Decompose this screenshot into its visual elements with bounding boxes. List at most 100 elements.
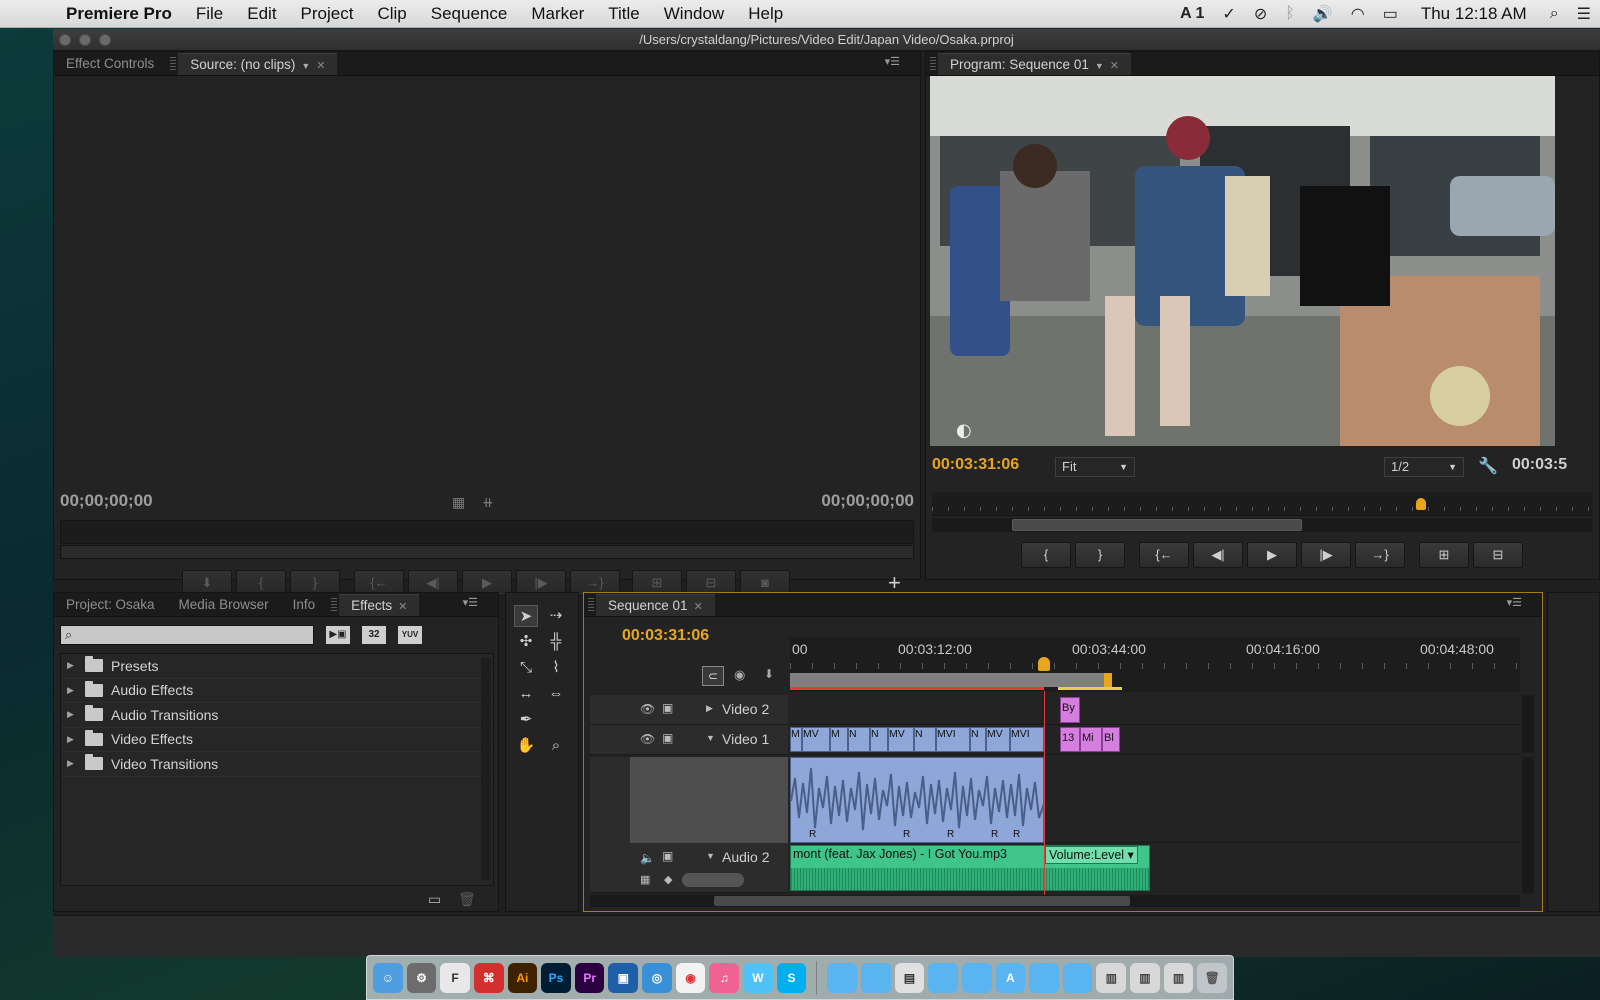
timeline-clip[interactable]: M [830, 727, 848, 752]
tab-program[interactable]: Program: Sequence 01 ▼ ✕ [938, 53, 1131, 75]
track-select-tool-icon[interactable]: ⇢ [544, 605, 568, 627]
menu-app-name[interactable]: Premiere Pro [56, 4, 184, 24]
menu-file[interactable]: File [184, 4, 235, 24]
menu-help[interactable]: Help [736, 4, 795, 24]
tab-info[interactable]: Info [281, 594, 328, 616]
panel-menu-icon[interactable]: ▾☰ [1507, 596, 1522, 609]
timeline-ruler[interactable]: 00 00:03:12:00 00:03:44:00 00:04:16:00 0… [790, 637, 1520, 692]
tab-media-browser[interactable]: Media Browser [167, 594, 281, 616]
safari-icon[interactable]: ◎ [642, 962, 672, 993]
show-keyframes-icon[interactable]: ▦ [640, 873, 650, 886]
program-video-frame[interactable]: ◐ [930, 76, 1555, 446]
menubar-clock[interactable]: Thu 12:18 AM [1407, 4, 1541, 24]
slip-tool-icon[interactable]: ↔ [514, 683, 538, 705]
close-window-button[interactable] [59, 34, 71, 46]
lane-video-1[interactable]: M MV M N N MV N MVI N MV MVI 13 Mi Bl [790, 725, 1520, 755]
checkmark-circle-icon[interactable]: ✓ [1213, 4, 1244, 24]
volume-level-dropdown[interactable]: Volume:Level ▾ [1045, 846, 1138, 864]
timeline-clip[interactable]: 13 [1060, 727, 1080, 752]
playback-resolution-dropdown[interactable]: 1/2 ▼ [1384, 457, 1464, 477]
expand-triangle-icon[interactable]: ▶ [67, 709, 81, 720]
effects-tree-scrollbar[interactable] [481, 658, 491, 880]
premiere-icon[interactable]: Pr [574, 962, 605, 993]
linked-selection-icon[interactable]: ◉ [734, 667, 745, 683]
add-marker-icon[interactable]: ⬇ [764, 667, 774, 681]
effects-search-input[interactable]: ⌕ [60, 625, 314, 645]
ripple-edit-tool-icon[interactable]: ✣ [514, 631, 538, 653]
mark-out-button[interactable]: } [1075, 542, 1125, 568]
finder-icon[interactable]: ☺ [373, 962, 403, 993]
program-zoom-scrollbar[interactable] [932, 518, 1592, 532]
add-keyframe-icon[interactable]: ◆ [664, 873, 672, 886]
video-tracks-scrollbar[interactable] [1522, 695, 1534, 753]
folder-icon[interactable] [1062, 962, 1093, 993]
skype-icon[interactable]: S [776, 962, 807, 993]
screen-sharing-icon[interactable]: ▣ [608, 962, 639, 993]
zoom-tool-icon[interactable]: ⌕ [544, 735, 568, 757]
lane-audio-1[interactable]: R R R R R [790, 757, 1520, 843]
bluetooth-icon[interactable]: ᛒ [1276, 5, 1304, 23]
delete-trash-icon[interactable]: 🗑 [458, 891, 476, 908]
program-time-ruler[interactable] [932, 492, 1592, 516]
panel-grip-icon[interactable] [930, 57, 936, 71]
scrollbar-thumb[interactable] [714, 896, 1130, 906]
yuv-effects-filter-button[interactable]: YUV [398, 626, 422, 644]
close-icon[interactable]: ✕ [316, 60, 325, 72]
zoom-window-button[interactable] [99, 34, 111, 46]
extract-button[interactable]: ⊟ [1473, 542, 1523, 568]
close-icon[interactable]: ✕ [398, 601, 407, 613]
tree-item-video-effects[interactable]: ▶ Video Effects [61, 728, 493, 752]
hand-tool-icon[interactable]: ✋ [514, 735, 538, 757]
work-area-end-handle[interactable] [1104, 673, 1112, 687]
timeline-clip[interactable]: MV [802, 727, 830, 752]
toggle-sync-lock-icon[interactable]: ▣ [662, 701, 673, 715]
adobe-creative-cloud-icon[interactable]: A 1 [1171, 5, 1213, 23]
timeline-horizontal-scrollbar[interactable] [590, 895, 1520, 907]
menu-project[interactable]: Project [289, 4, 366, 24]
expand-track-triangle-icon[interactable]: ▶ [706, 703, 713, 714]
menu-marker[interactable]: Marker [519, 4, 596, 24]
32bit-effects-filter-button[interactable]: 32 [362, 626, 386, 644]
work-area-bar[interactable] [790, 673, 1108, 687]
close-icon[interactable]: ✕ [1110, 60, 1119, 72]
panel-grip-icon[interactable] [331, 598, 338, 612]
rate-stretch-tool-icon[interactable]: ⤡ [514, 657, 538, 679]
audio-clip-block[interactable]: R R R R R [790, 757, 1046, 843]
folder-icon[interactable] [827, 962, 857, 993]
notification-center-icon[interactable]: ☰ [1568, 4, 1600, 24]
rolling-edit-tool-icon[interactable]: ╬ [544, 631, 568, 653]
tree-item-audio-effects[interactable]: ▶ Audio Effects [61, 679, 493, 703]
folder-icon[interactable] [961, 962, 992, 993]
spotlight-search-icon[interactable]: ⌕ [1541, 5, 1568, 23]
folder-icon[interactable] [1029, 962, 1059, 993]
source-time-ruler[interactable] [60, 520, 914, 544]
expand-triangle-icon[interactable]: ▶ [67, 685, 81, 696]
timeline-clip[interactable]: MVI [1010, 727, 1044, 752]
step-forward-button[interactable]: |▶ [1301, 542, 1351, 568]
toggle-track-output-eye-icon[interactable]: 👁 [640, 702, 655, 716]
zoom-level-dropdown[interactable]: Fit ▼ [1055, 457, 1135, 477]
tree-item-video-transitions[interactable]: ▶ Video Transitions [61, 752, 493, 777]
chevron-down-icon[interactable]: ▼ [301, 61, 310, 71]
timeline-clip[interactable]: MV [888, 727, 914, 752]
acrobat-icon[interactable]: ⌘ [473, 962, 504, 993]
photoshop-icon[interactable]: Ps [541, 962, 571, 993]
minimize-window-button[interactable] [79, 34, 91, 46]
snap-toggle-icon[interactable]: ⊂ [702, 666, 724, 686]
drag-video-only-icon[interactable]: ▦ [452, 494, 465, 511]
lift-button[interactable]: ⊞ [1419, 542, 1469, 568]
source-zoom-scrollbar[interactable] [60, 545, 914, 559]
menu-title[interactable]: Title [596, 4, 652, 24]
panel-menu-icon[interactable]: ▾☰ [885, 55, 900, 68]
timeline-clip[interactable]: N [870, 727, 888, 752]
tab-sequence-01[interactable]: Sequence 01 ✕ [596, 594, 715, 616]
menu-edit[interactable]: Edit [235, 4, 288, 24]
selection-tool-icon[interactable]: ➤ [514, 605, 538, 627]
timeline-clip[interactable]: MVI [936, 727, 970, 752]
collapse-track-triangle-icon[interactable]: ▼ [706, 851, 715, 861]
word-app-icon[interactable]: W [743, 962, 773, 993]
expand-triangle-icon[interactable]: ▶ [67, 734, 81, 745]
font-book-icon[interactable]: F [440, 962, 470, 993]
tab-effects[interactable]: Effects ✕ [339, 594, 420, 616]
mute-speaker-icon[interactable]: 🔈 [640, 851, 655, 865]
